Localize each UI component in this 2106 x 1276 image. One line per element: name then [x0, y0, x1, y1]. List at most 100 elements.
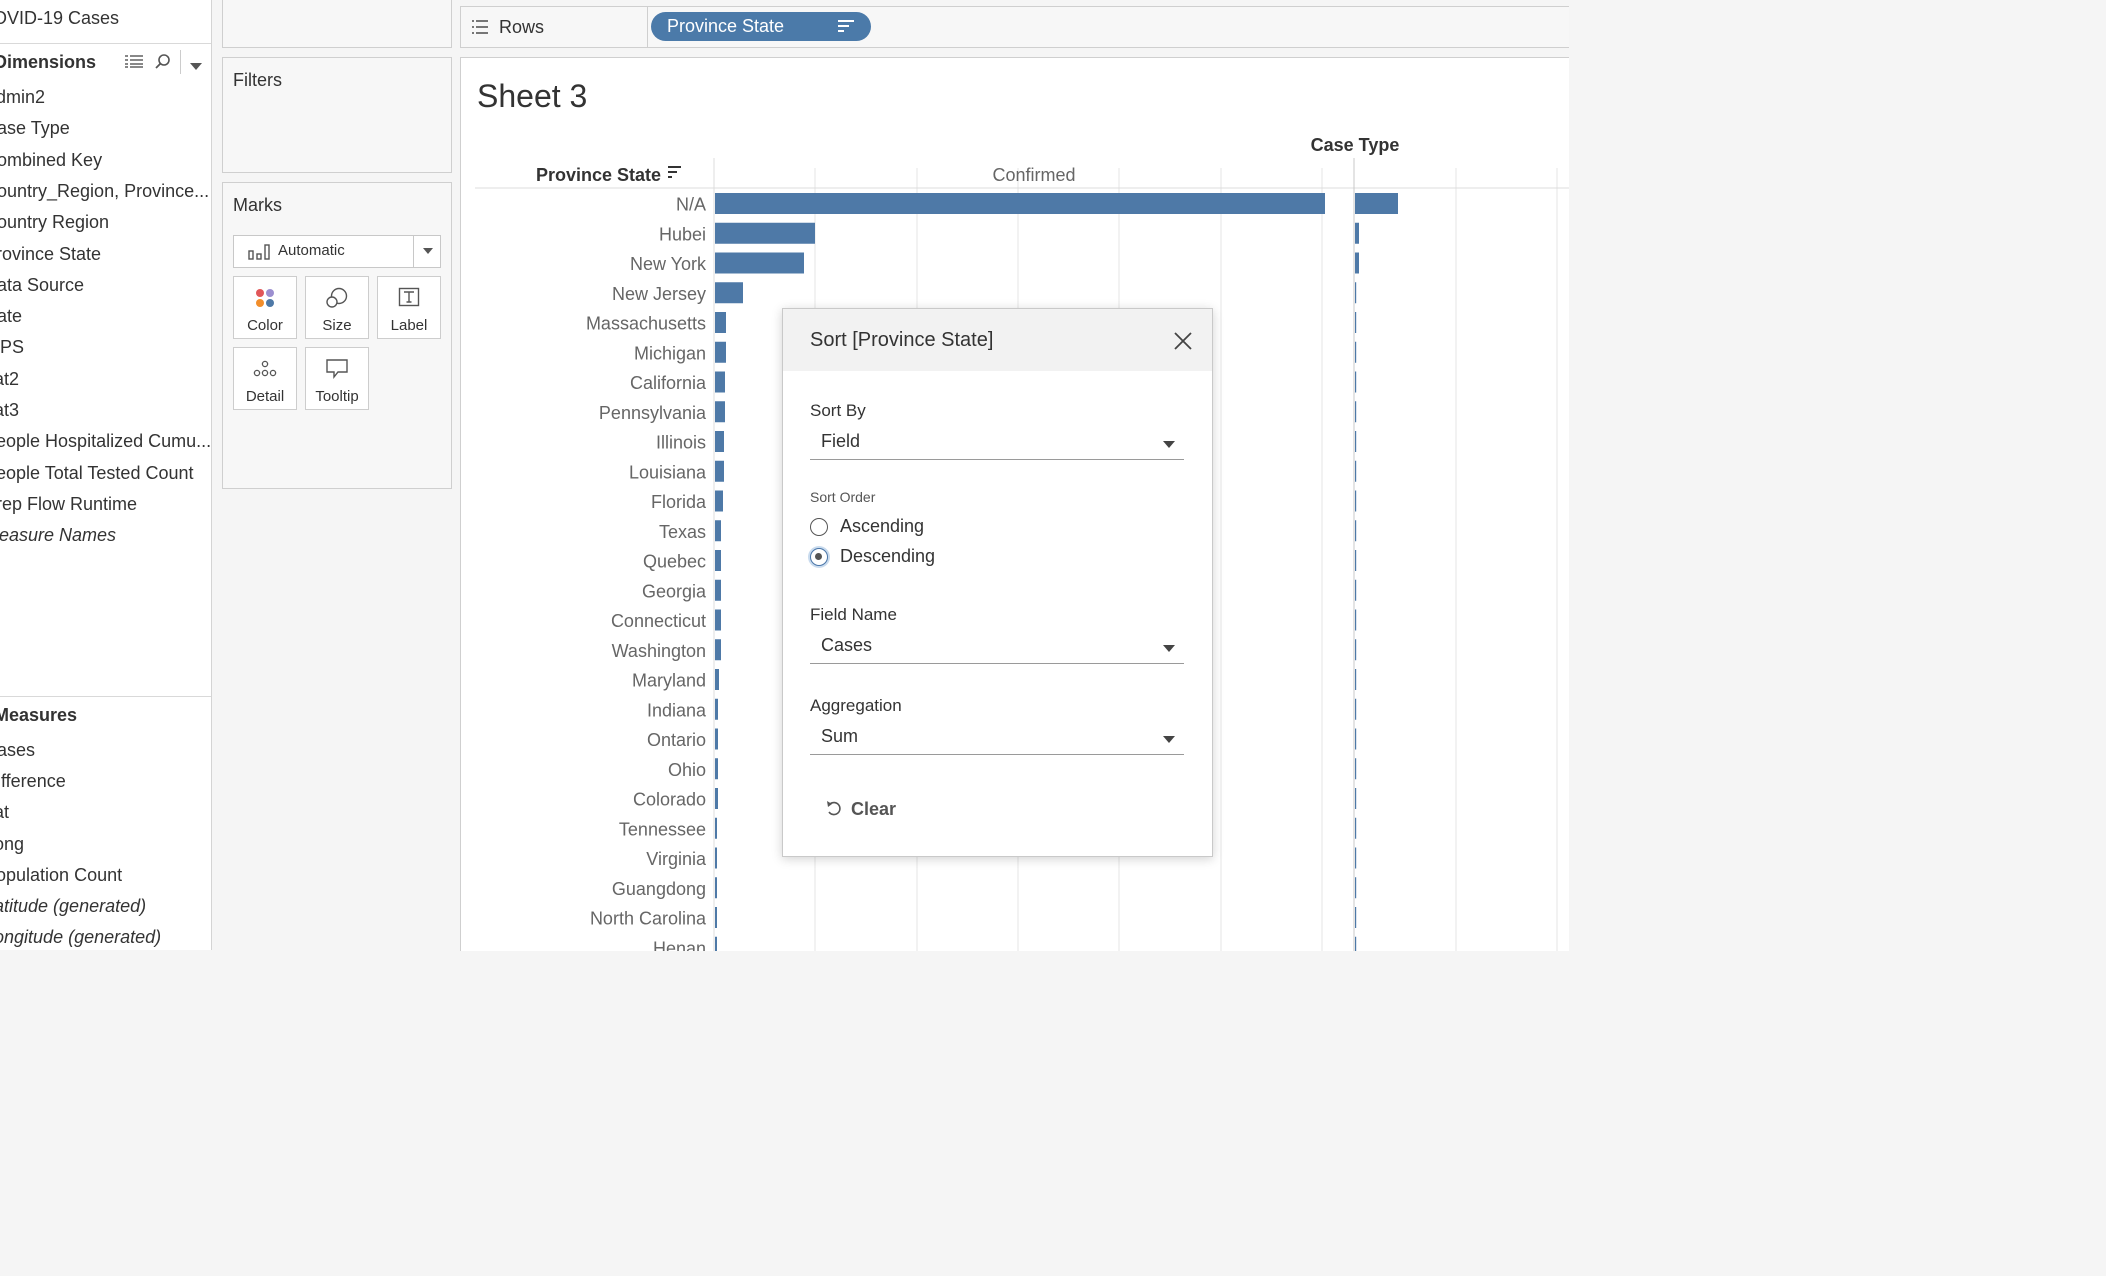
- bar-confirmed[interactable]: [715, 639, 721, 661]
- bar-case-type-2[interactable]: [1355, 579, 1357, 601]
- bar-confirmed[interactable]: [715, 312, 726, 333]
- dimension-field[interactable]: Lat2: [0, 369, 19, 390]
- bar-confirmed[interactable]: [715, 669, 719, 690]
- bar-case-type-2[interactable]: [1355, 460, 1357, 482]
- bar-case-type-2[interactable]: [1355, 817, 1357, 839]
- dimension-field[interactable]: Data Source: [0, 275, 84, 296]
- ascending-radio[interactable]: Ascending: [810, 516, 1010, 542]
- detail-button[interactable]: Detail: [233, 347, 297, 410]
- dimension-field[interactable]: Country_Region, Province...: [0, 181, 209, 202]
- bar-case-type-2[interactable]: [1355, 728, 1357, 750]
- dimension-field[interactable]: Combined Key: [0, 150, 102, 171]
- label-button[interactable]: Label: [377, 276, 441, 339]
- measure-field[interactable]: Cases: [0, 740, 35, 761]
- dimension-field[interactable]: Case Type: [0, 118, 70, 139]
- bar-case-type-2[interactable]: [1355, 907, 1357, 928]
- measure-field[interactable]: Latitude (generated): [0, 896, 146, 917]
- bar-case-type-2[interactable]: [1355, 252, 1359, 274]
- dimension-field[interactable]: Measure Names: [0, 525, 116, 546]
- bar-confirmed[interactable]: [715, 579, 721, 601]
- sort-by-label: Sort By: [810, 401, 866, 420]
- bar-confirmed[interactable]: [715, 817, 717, 839]
- mark-type-dropdown[interactable]: Automatic: [233, 235, 441, 268]
- chevron-down-icon[interactable]: [190, 58, 202, 76]
- province-state-pill[interactable]: Province State: [651, 12, 871, 41]
- radio-descending[interactable]: [810, 548, 828, 566]
- bar-confirmed[interactable]: [715, 460, 724, 482]
- bar-confirmed[interactable]: [715, 788, 718, 809]
- dimension-field[interactable]: Country Region: [0, 212, 109, 233]
- bar-confirmed[interactable]: [715, 252, 804, 274]
- aggregation-select[interactable]: Sum: [810, 722, 1184, 755]
- bar-case-type-2[interactable]: [1355, 698, 1357, 720]
- bar-confirmed[interactable]: [715, 847, 717, 869]
- dimension-field[interactable]: Admin2: [0, 87, 45, 108]
- bar-case-type-2[interactable]: [1355, 609, 1357, 631]
- field-name-select[interactable]: Cases: [810, 631, 1184, 664]
- bar-confirmed[interactable]: [715, 401, 725, 423]
- bar-confirmed[interactable]: [715, 193, 1325, 214]
- bar-confirmed[interactable]: [715, 341, 726, 363]
- bar-case-type-2[interactable]: [1355, 371, 1357, 393]
- dimension-field[interactable]: People Total Tested Count: [0, 463, 194, 484]
- tooltip-button[interactable]: Tooltip: [305, 347, 369, 410]
- bar-case-type-2[interactable]: [1355, 550, 1357, 571]
- datasource-name[interactable]: COVID-19 Cases: [0, 8, 119, 29]
- size-button[interactable]: Size: [305, 276, 369, 339]
- dimension-field[interactable]: FIPS: [0, 337, 24, 358]
- bar-confirmed[interactable]: [715, 431, 724, 452]
- bar-case-type-2[interactable]: [1355, 282, 1357, 304]
- search-icon[interactable]: [154, 53, 172, 76]
- bar-confirmed[interactable]: [715, 282, 743, 304]
- dimension-field[interactable]: Date: [0, 306, 22, 327]
- list-view-icon[interactable]: [124, 53, 144, 74]
- bar-case-type-2[interactable]: [1355, 431, 1357, 452]
- bar-case-type-2[interactable]: [1355, 490, 1357, 512]
- category-label: New York: [630, 254, 707, 274]
- bar-case-type-2[interactable]: [1355, 936, 1357, 951]
- bar-case-type-2[interactable]: [1355, 193, 1398, 214]
- bar-confirmed[interactable]: [715, 371, 725, 393]
- measure-field[interactable]: Long: [0, 834, 24, 855]
- bar-confirmed[interactable]: [715, 758, 718, 780]
- color-button[interactable]: Color: [233, 276, 297, 339]
- close-button[interactable]: [1171, 329, 1195, 353]
- bar-case-type-2[interactable]: [1355, 847, 1357, 869]
- bar-case-type-2[interactable]: [1355, 788, 1357, 809]
- sort-icon[interactable]: [668, 166, 681, 178]
- bar-confirmed[interactable]: [715, 728, 718, 750]
- clear-button[interactable]: Clear: [825, 797, 915, 823]
- dimension-field[interactable]: Province State: [0, 244, 101, 265]
- filters-card[interactable]: Filters: [222, 57, 452, 173]
- bar-confirmed[interactable]: [715, 907, 717, 928]
- rows-shelf[interactable]: Rows Province State: [460, 6, 1569, 48]
- bar-case-type-2[interactable]: [1355, 669, 1357, 690]
- bar-confirmed[interactable]: [715, 550, 721, 571]
- dimension-field[interactable]: Prep Flow Runtime: [0, 494, 137, 515]
- bar-case-type-2[interactable]: [1355, 222, 1359, 244]
- bar-confirmed[interactable]: [715, 936, 717, 951]
- bar-case-type-2[interactable]: [1355, 758, 1357, 780]
- measure-field[interactable]: Difference: [0, 771, 66, 792]
- bar-case-type-2[interactable]: [1355, 639, 1357, 661]
- bar-confirmed[interactable]: [715, 877, 717, 899]
- radio-ascending[interactable]: [810, 518, 828, 536]
- category-label: Virginia: [646, 849, 707, 869]
- bar-case-type-2[interactable]: [1355, 341, 1357, 363]
- bar-confirmed[interactable]: [715, 222, 815, 244]
- bar-confirmed[interactable]: [715, 609, 721, 631]
- dimension-field[interactable]: Lat3: [0, 400, 19, 421]
- bar-confirmed[interactable]: [715, 698, 718, 720]
- bar-case-type-2[interactable]: [1355, 520, 1357, 542]
- sort-by-select[interactable]: Field: [810, 427, 1184, 460]
- bar-confirmed[interactable]: [715, 520, 721, 542]
- descending-radio[interactable]: Descending: [810, 546, 1010, 572]
- bar-case-type-2[interactable]: [1355, 401, 1357, 423]
- dimension-field[interactable]: People Hospitalized Cumu...: [0, 431, 211, 452]
- bar-confirmed[interactable]: [715, 490, 723, 512]
- measure-field[interactable]: Lat: [0, 802, 9, 823]
- bar-case-type-2[interactable]: [1355, 312, 1357, 333]
- measure-field[interactable]: Population Count: [0, 865, 122, 886]
- measure-field[interactable]: Longitude (generated): [0, 927, 161, 948]
- bar-case-type-2[interactable]: [1355, 877, 1357, 899]
